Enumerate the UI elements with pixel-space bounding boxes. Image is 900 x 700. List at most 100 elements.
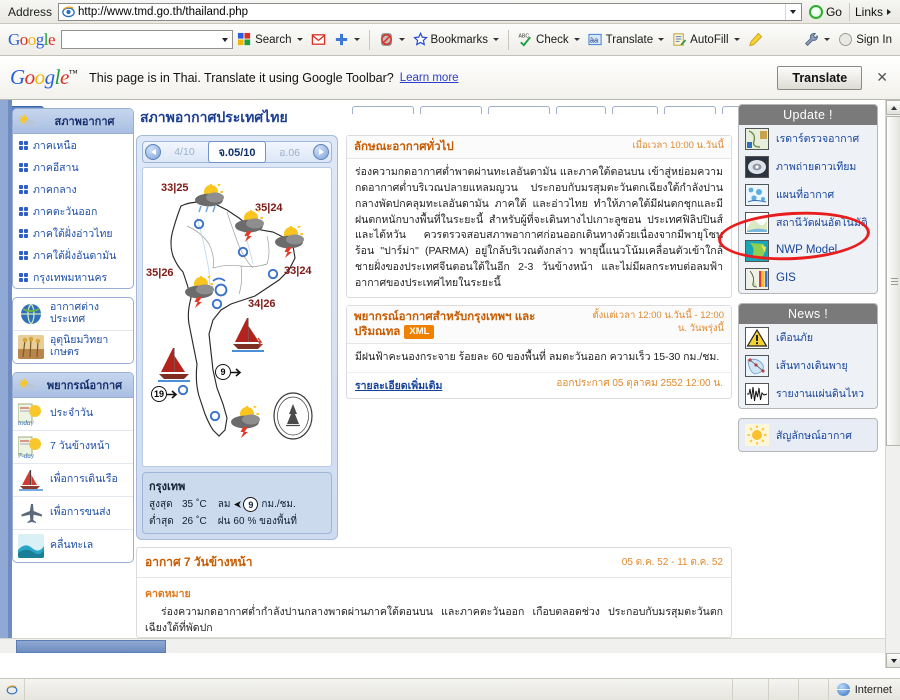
toolbar-bookmarks-button[interactable]: Bookmarks — [409, 30, 504, 49]
sidebar-item-region[interactable]: ภาคใต้ฝั่งอ่าวไทย — [13, 222, 133, 244]
toolbar-check-label: Check — [536, 33, 569, 46]
seven-day-header: อากาศ 7 วันข้างหน้า 05 ต.ค. 52 - 11 ต.ค.… — [137, 548, 731, 578]
links-button[interactable]: Links — [848, 2, 896, 21]
weather-symbols-link[interactable]: สัญลักษณ์อากาศ — [738, 418, 878, 452]
news-item[interactable]: รายงานแผ่นดินไหว — [739, 380, 877, 408]
news-item[interactable]: เส้นทางเดินพายุ — [739, 352, 877, 380]
toolbar-popup-blocker-button[interactable] — [375, 30, 409, 49]
toolbar-autofill-button[interactable]: AutoFill — [668, 30, 743, 49]
date-navigator: 4/10 จ.05/10 อ.06 — [142, 141, 332, 163]
chevron-right-icon[interactable] — [313, 144, 329, 160]
sidebar-label: ภาคอีสาน — [33, 161, 79, 174]
svg-text:7-day: 7-day — [18, 452, 35, 459]
sailboat-icon — [18, 468, 44, 492]
update-item[interactable]: เรดาร์ตรวจอากาศ — [739, 125, 877, 153]
security-zone-label: Internet — [854, 683, 892, 696]
horizontal-scrollbar[interactable] — [0, 638, 885, 653]
sidebar-item-agrometeorology[interactable]: อุตุนิยมวิทยาเกษตร — [13, 331, 133, 363]
translate-button[interactable]: Translate — [777, 65, 863, 90]
chevron-left-icon[interactable] — [145, 144, 161, 160]
toolbar-signin-button[interactable]: Sign In — [834, 30, 896, 49]
update-box: Update ! เรดาร์ตรวจอากาศ ภาพถ่ายดาวเทียมแ… — [738, 104, 878, 294]
chevron-down-icon — [398, 38, 405, 41]
satellite-thumb-icon — [745, 156, 769, 178]
seven-day-title: อากาศ 7 วันข้างหน้า — [145, 555, 253, 569]
vertical-scrollbar[interactable] — [885, 100, 900, 668]
update-item[interactable]: GIS — [739, 265, 877, 293]
sidebar-item-marine-forecast[interactable]: เพื่อการเดินเรือ — [13, 464, 133, 497]
scroll-up-button[interactable] — [886, 100, 900, 115]
weather-symbols-label: สัญลักษณ์อากาศ — [776, 429, 852, 442]
chevron-down-icon — [353, 38, 360, 41]
toolbar-search-button[interactable]: Search — [233, 30, 306, 49]
address-dropdown-arrow[interactable] — [784, 3, 800, 20]
nwp-model-thumb-icon — [745, 240, 769, 262]
general-weather-panel: ลักษณะอากาศทั่วไป เมื่อเวลา 10:00 น.วันน… — [346, 135, 732, 299]
google-search-dropdown-arrow[interactable] — [217, 32, 232, 48]
sidebar-item-sea-waves[interactable]: คลื่นทะเล — [13, 530, 133, 562]
browser-window: Address http://www.tmd.go.th/thailand.ph… — [0, 0, 900, 700]
security-zone[interactable]: Internet — [829, 683, 900, 696]
sidebar-item-daily-forecast[interactable]: today ประจำวัน — [13, 398, 133, 431]
address-url-text: http://www.tmd.go.th/thailand.php — [78, 5, 249, 18]
bangkok-wind-label: ลม — [217, 499, 231, 510]
google-search-input[interactable] — [61, 30, 234, 49]
toolbar-highlight-button[interactable] — [744, 30, 767, 49]
toolbar-gmail-button[interactable] — [307, 30, 330, 49]
toolbar-divider — [368, 29, 370, 50]
gmail-m-icon — [311, 32, 326, 47]
bangkok-rain-unit: % ของพื้นที่ — [247, 516, 297, 527]
horizontal-scroll-thumb[interactable] — [16, 640, 166, 653]
sidebar-label: คลื่นทะเล — [50, 539, 94, 552]
update-item[interactable]: NWP Model — [739, 237, 877, 265]
bangkok-max-unit: ˚C — [196, 499, 207, 510]
sidebar-item-region[interactable]: ภาคเหนือ — [13, 134, 133, 156]
date-current-label[interactable]: จ.05/10 — [207, 141, 267, 163]
wind-arrow-icon — [167, 389, 178, 399]
right-sidebar: Update ! เรดาร์ตรวจอากาศ ภาพถ่ายดาวเทียมแ… — [716, 104, 878, 452]
toolbar-check-button[interactable]: ABC Check — [514, 30, 584, 49]
update-item[interactable]: แผนที่อากาศ — [739, 181, 877, 209]
chevron-down-icon — [493, 38, 500, 41]
status-slot — [769, 678, 799, 700]
sidebar-item-region[interactable]: ภาคอีสาน — [13, 156, 133, 178]
sidebar-item-aviation-forecast[interactable]: เพื่อการขนส่ง — [13, 497, 133, 530]
left-sidebar: สภาพอากาศ ภาคเหนือ ภาคอีสาน ภาคกลาง ภาคตะวั… — [12, 108, 134, 571]
forecast-header: พยากรณ์อากาศ — [13, 373, 133, 398]
scroll-down-button[interactable] — [886, 653, 900, 668]
sidebar-item-region[interactable]: ภาคกลาง — [13, 178, 133, 200]
date-prev-label[interactable]: 4/10 — [161, 146, 208, 158]
xml-badge[interactable]: XML — [404, 324, 435, 339]
sidebar-item-region[interactable]: กรุงเทพมหานคร — [13, 266, 133, 288]
address-input[interactable]: http://www.tmd.go.th/thailand.php — [58, 2, 802, 21]
status-message — [25, 678, 733, 700]
news-item[interactable]: เตือนภัย — [739, 324, 877, 352]
more-details-link[interactable]: รายละเอียดเพิ่มเติม — [355, 377, 442, 394]
toolbar-add-button[interactable] — [330, 30, 364, 49]
sidebar-item-international-weather[interactable]: อากาศต่างประเทศ — [13, 298, 133, 331]
bangkok-issued-date: ออกประกาศ 05 ตุลาคม 2552 12:00 น. — [556, 377, 723, 389]
learn-more-link[interactable]: Learn more — [400, 72, 459, 84]
general-weather-body: ร่องความกดอากาศต่ำพาดผ่านทะเลอันดามัน แล… — [355, 166, 723, 289]
update-item[interactable]: สถานีวัดฝนอัตโนมัติ — [739, 209, 877, 237]
weather-conditions-list: ภาคเหนือ ภาคอีสาน ภาคกลาง ภาคตะวันออก ภาคใต้… — [13, 134, 133, 288]
bangkok-max-row: สูงสุด 35 ˚C ลม 9 กม./ชม. — [149, 497, 325, 512]
general-weather-header: ลักษณะอากาศทั่วไป เมื่อเวลา 10:00 น.วันน… — [347, 136, 731, 160]
thailand-weather-map[interactable]: 33|25 35|24 33|24 35|26 34|26 9 19 — [142, 167, 332, 467]
highlight-pencil-icon — [748, 32, 763, 47]
date-next-label[interactable]: อ.06 — [266, 144, 313, 161]
sidebar-item-region[interactable]: ภาคตะวันออก — [13, 200, 133, 222]
sidebar-item-region[interactable]: ภาคใต้ฝั่งอันดามัน — [13, 244, 133, 266]
external-links-box: อากาศต่างประเทศ อุตุนิยมวิทยาเกษตร — [12, 297, 134, 364]
bangkok-rain-value: 60 — [233, 516, 245, 527]
toolbar-translate-button[interactable]: àa Translate — [584, 30, 669, 49]
main-content: สภาพอากาศประเทศไทย 4/10 จ.05/10 อ.06 33|… — [136, 104, 732, 638]
close-icon[interactable]: ✕ — [876, 69, 888, 86]
go-button[interactable]: Go — [802, 4, 849, 19]
general-weather-title: ลักษณะอากาศทั่วไป — [354, 141, 454, 153]
update-item[interactable]: ภาพถ่ายดาวเทียม — [739, 153, 877, 181]
sidebar-item-7day-forecast[interactable]: 7-day 7 วันข้างหน้า — [13, 431, 133, 464]
toolbar-settings-button[interactable] — [800, 30, 834, 49]
warning-triangle-icon — [745, 327, 769, 349]
vertical-scroll-thumb[interactable] — [886, 116, 900, 446]
